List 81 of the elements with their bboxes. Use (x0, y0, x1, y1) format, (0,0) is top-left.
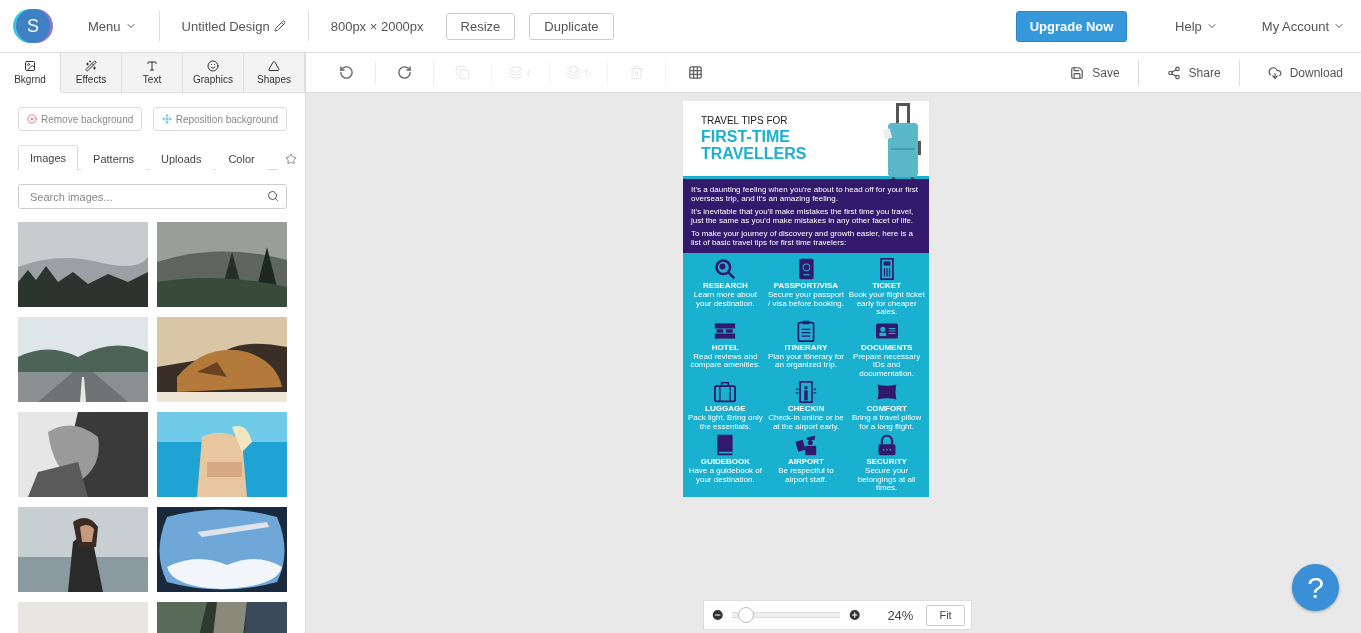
infographic-page[interactable] (683, 101, 929, 497)
tip-title: LUGGAGE (705, 404, 746, 413)
infographic-subtitle: TRAVEL TIPS FOR (701, 115, 789, 126)
zoom-slider-thumb[interactable] (737, 607, 754, 623)
menu-dropdown[interactable]: Menu (66, 11, 160, 41)
share-icon (1166, 65, 1181, 80)
remove-background-button[interactable]: Remove background (18, 107, 143, 131)
panel-tab[interactable]: Graphics (183, 53, 244, 93)
tip-title: PASSPORT/VISA (773, 281, 839, 290)
header-button[interactable]: Resize (445, 12, 516, 40)
arrow-up-icon (580, 67, 592, 78)
layers-icon (565, 65, 581, 80)
tip-description: Be respectful to airport staff. (777, 467, 835, 484)
wand-icon (85, 60, 97, 72)
reposition-background-button[interactable]: Reposition background (152, 107, 287, 131)
suitcase-icon (883, 101, 923, 181)
layers-icon (507, 65, 523, 80)
tip-description: Book your flight ticket early for cheaper sales. (847, 291, 926, 317)
move-icon (161, 114, 172, 124)
infographic-title: FIRST-TIME (701, 128, 791, 145)
panel-tab[interactable]: Effects (61, 53, 122, 93)
intro-paragraph: It's a daunting feeling when you're about to head off for your first overseas trip, and it's an amazing feeling. (691, 185, 920, 203)
trash-icon (629, 65, 644, 80)
fit-button[interactable]: Fit (926, 604, 965, 626)
grid-icon (687, 65, 703, 80)
intro-paragraph: To make your journey of discovery and growth easier, here is a list of basic travel tips for first time travelers: (691, 229, 914, 247)
save-icon (1070, 65, 1085, 80)
app-logo[interactable]: S (16, 9, 50, 43)
search-field[interactable]: Search images... (18, 184, 287, 209)
zoom-percentage: 24% (887, 607, 915, 623)
tip-description: Bring a travel pillow for a long flight. (850, 414, 923, 431)
tip-title: COMFORT (866, 404, 907, 413)
account-dropdown[interactable]: My Account (1239, 11, 1345, 41)
image-source-tab[interactable]: Images (18, 145, 79, 171)
remove-icon (27, 114, 37, 124)
tip-title: GUIDEBOOK (700, 457, 750, 466)
briefcase-icon (714, 381, 737, 403)
tip-title: TICKET (872, 281, 902, 290)
zoom-in-icon[interactable] (847, 608, 862, 622)
design-dimensions: 800px × 2000px (329, 17, 425, 36)
star-icon (284, 152, 297, 165)
tip-description: Secure your passport / visa before booking. (767, 291, 845, 308)
clipboard-icon (795, 319, 817, 342)
redo-icon (397, 65, 412, 80)
undo-icon (339, 65, 354, 80)
design-name[interactable]: Untitled Design (159, 11, 309, 41)
magnifier-icon (714, 258, 737, 280)
letter-icon (146, 60, 158, 72)
download-button[interactable]: Download (1238, 59, 1361, 86)
triangle-icon (268, 60, 280, 72)
infographic-title: TRAVELLERS (701, 145, 807, 162)
tip-description: Pack light. Bring only the essentials. (686, 414, 764, 431)
tip-description: Learn more about your destination. (692, 291, 758, 308)
tip-title: AIRPORT (788, 457, 824, 466)
pencil-icon (273, 20, 286, 32)
tip-description: Plan your itinerary for an organized trip. (767, 352, 845, 370)
help-dropdown[interactable]: Help (1153, 11, 1240, 41)
tip-title: SECURITY (866, 457, 907, 466)
tip-description: Check-in online or be at the airport early. (767, 414, 845, 431)
smiley-icon (207, 60, 219, 72)
arrow-down-icon (522, 67, 534, 78)
tip-title: ITINERARY (784, 342, 828, 352)
search-icon (267, 190, 279, 202)
zoom-out-icon[interactable] (711, 608, 725, 622)
panel-tab[interactable]: Text (122, 53, 183, 93)
tip-title: CHECKIN (787, 404, 825, 413)
tip-description: Have a guidebook of your destination. (687, 467, 763, 484)
image-icon (24, 60, 36, 72)
share-button[interactable]: Share (1137, 59, 1239, 86)
tip-title: RESEARCH (702, 281, 748, 290)
tip-title: HOTEL (711, 342, 739, 352)
tip-title: DOCUMENTS (860, 342, 913, 352)
tip-description: Prepare necessary IDs and documentation. (852, 352, 922, 378)
security-gate-icon (795, 381, 817, 403)
save-button[interactable]: Save (1042, 59, 1138, 86)
cloud-download-icon (1267, 65, 1282, 80)
header-button[interactable]: Duplicate (529, 12, 614, 40)
tip-description: Read reviews and compare amenities. (689, 352, 762, 370)
tip-description: Secure your belongings at all times. (856, 467, 917, 493)
intro-paragraph: It's inevitable that you'll make mistakes the first time you travel, just the same as you'd make mistakes in any other facet of life. (691, 207, 915, 225)
panel-tab[interactable]: Shapes (244, 53, 305, 93)
